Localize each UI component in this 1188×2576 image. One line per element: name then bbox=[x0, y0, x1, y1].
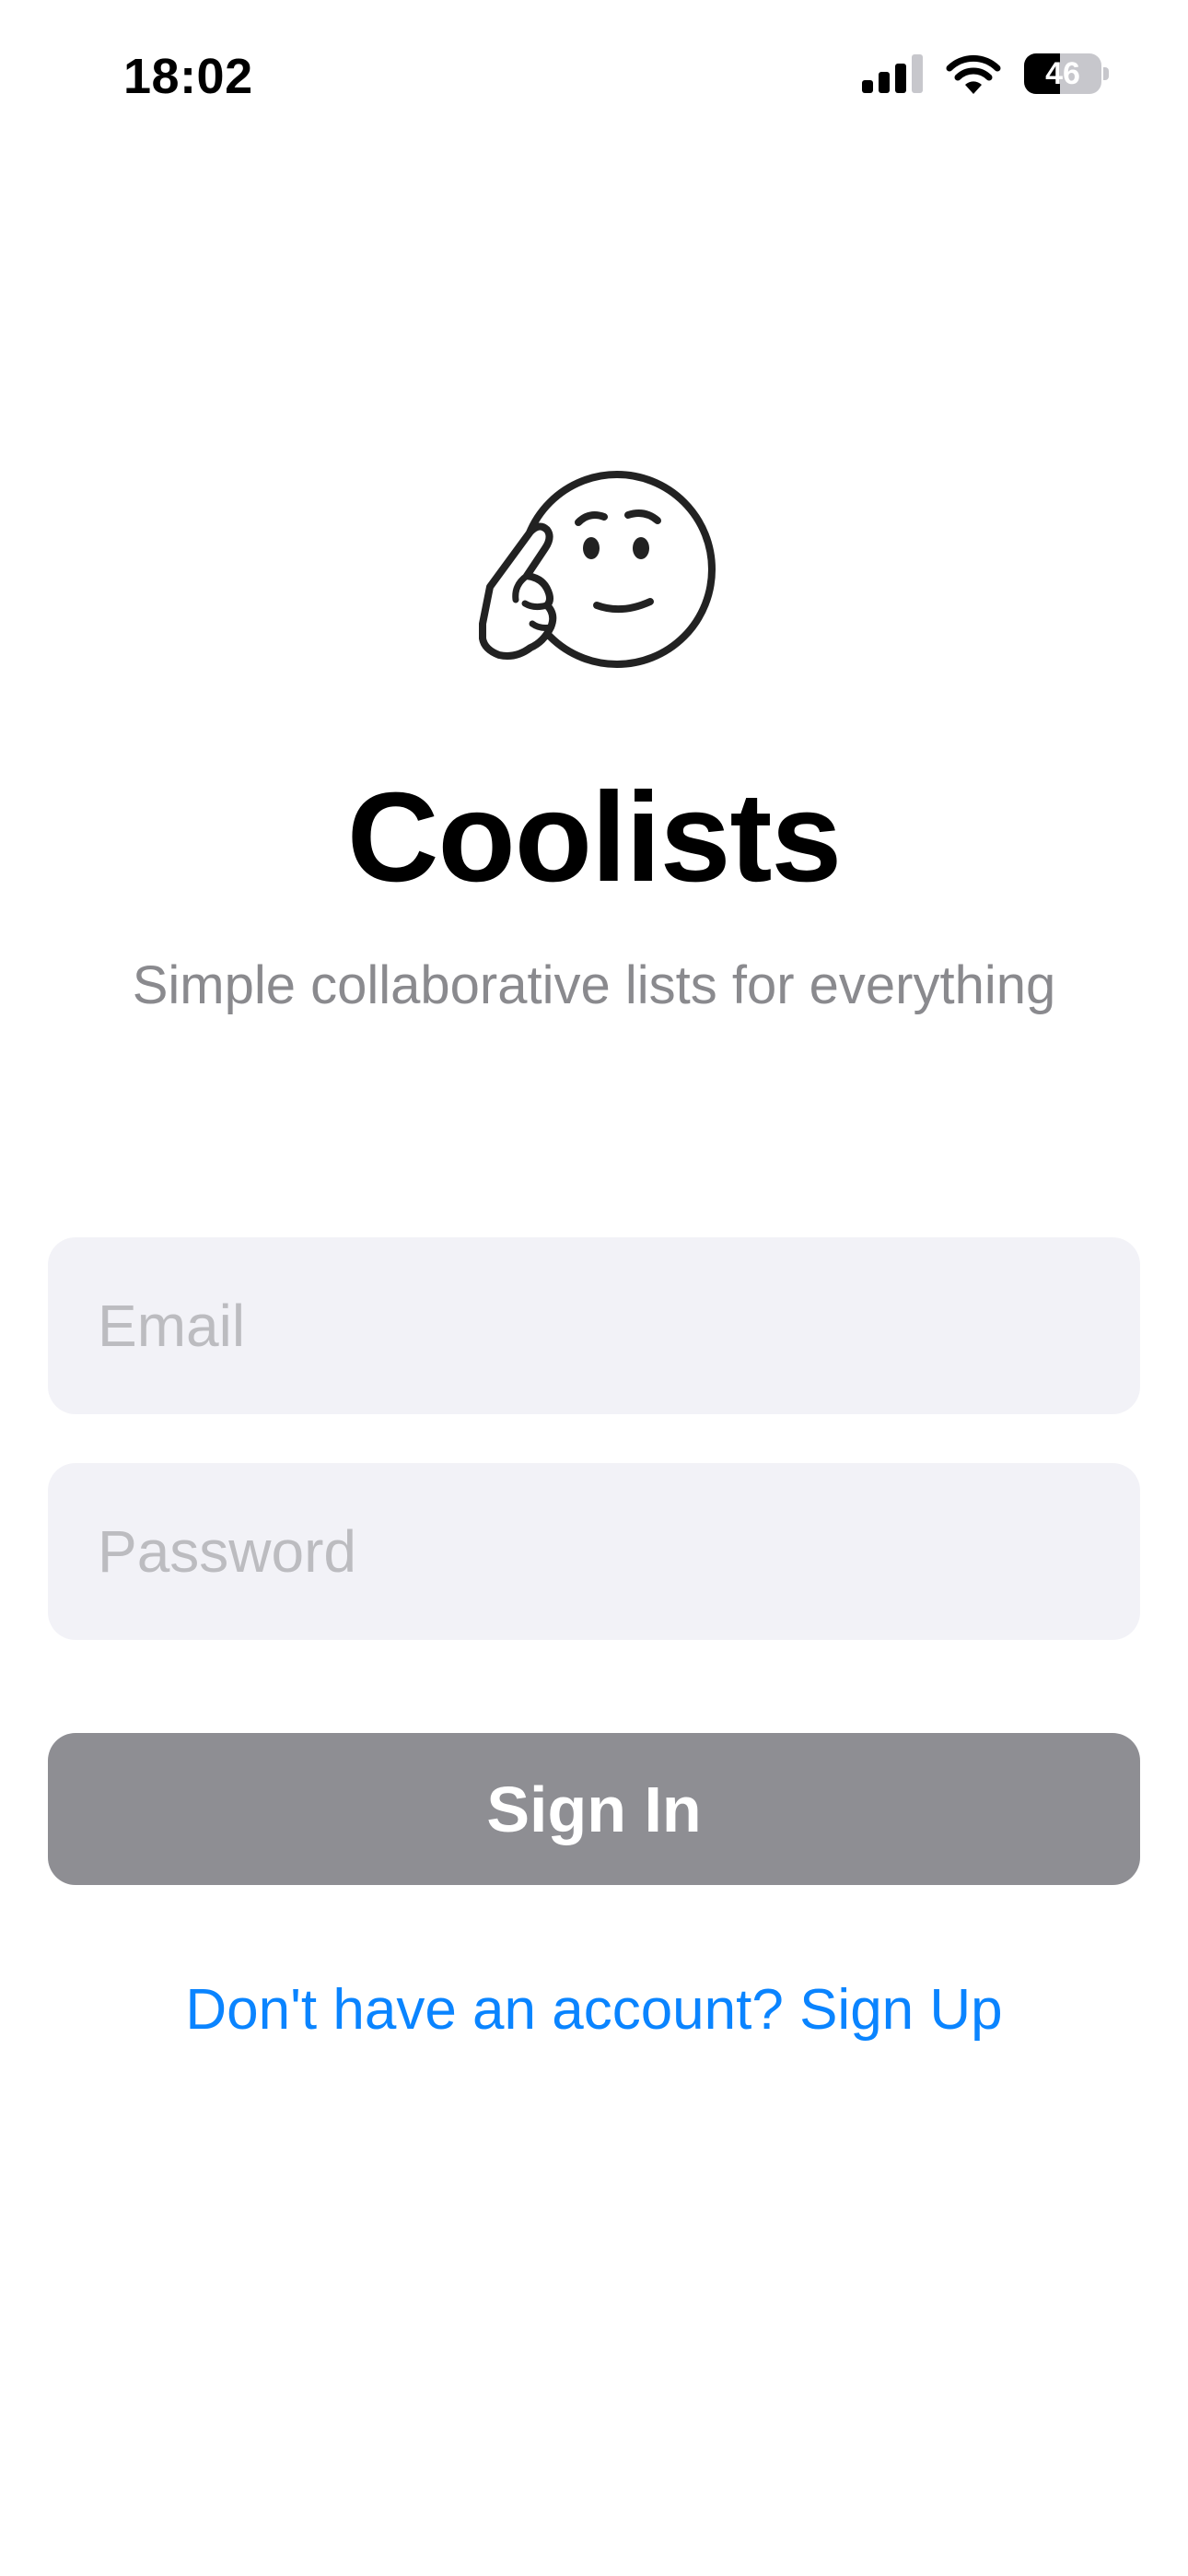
cellular-signal-icon bbox=[862, 54, 923, 93]
thinking-face-icon bbox=[479, 471, 716, 668]
status-time: 18:02 bbox=[123, 49, 253, 104]
password-field[interactable] bbox=[48, 1463, 1140, 1640]
battery-percentage: 46 bbox=[1045, 56, 1080, 91]
app-subtitle: Simple collaborative lists for everythin… bbox=[132, 955, 1056, 1015]
sign-up-link[interactable]: Don't have an account? Sign Up bbox=[0, 1977, 1188, 2043]
status-icons: 46 bbox=[862, 53, 1109, 94]
app-title: Coolists bbox=[346, 767, 842, 908]
status-bar: 18:02 46 bbox=[0, 0, 1188, 157]
wifi-icon bbox=[946, 54, 1001, 94]
battery-icon: 46 bbox=[1024, 53, 1109, 94]
battery-cap bbox=[1103, 67, 1109, 80]
sign-in-button[interactable]: Sign In bbox=[48, 1733, 1140, 1885]
email-field[interactable] bbox=[48, 1237, 1140, 1414]
